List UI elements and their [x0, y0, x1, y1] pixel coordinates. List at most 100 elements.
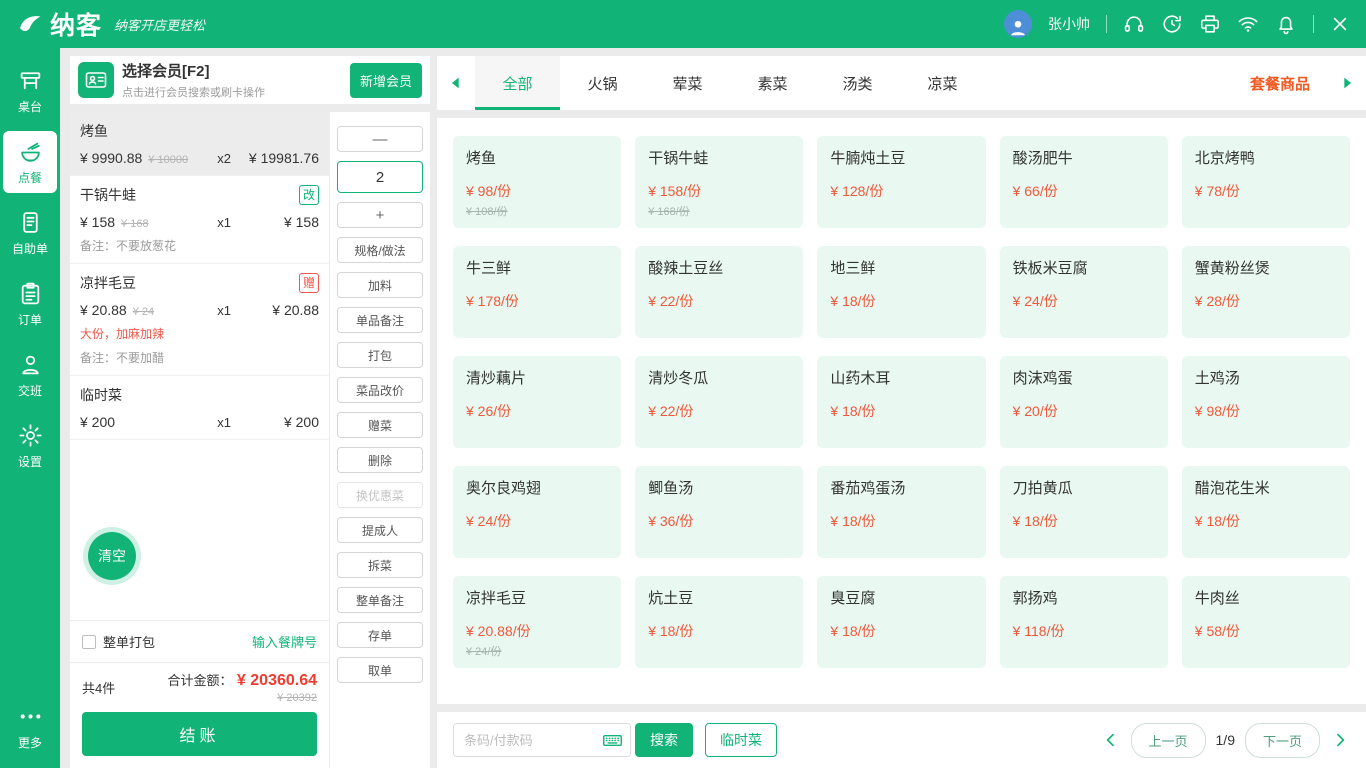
- temp-dish-button[interactable]: 临时菜: [705, 723, 777, 757]
- product-card[interactable]: 蟹黄粉丝煲 ¥ 28/份: [1182, 246, 1350, 338]
- action-button[interactable]: 提成人: [337, 517, 423, 543]
- main-area: 桌台 点餐 自助单 订单 交班 设置 更多: [0, 48, 1366, 768]
- category-tab[interactable]: 素菜: [730, 56, 815, 110]
- tabs-scroll-left-icon[interactable]: [437, 56, 475, 110]
- product-card[interactable]: 酸辣土豆丝 ¥ 22/份: [635, 246, 803, 338]
- keyboard-icon[interactable]: [602, 730, 623, 751]
- action-button[interactable]: 打包: [337, 342, 423, 368]
- product-price: ¥ 98/份: [466, 181, 608, 201]
- headset-icon[interactable]: [1123, 13, 1145, 35]
- sidebar-item-more[interactable]: 更多: [3, 696, 57, 758]
- sidebar-item[interactable]: 点餐: [3, 131, 57, 193]
- product-card[interactable]: 干锅牛蛙 ¥ 158/份 ¥ 168/份: [635, 136, 803, 228]
- action-button[interactable]: 加料: [337, 272, 423, 298]
- product-card[interactable]: 奥尔良鸡翅 ¥ 24/份: [453, 466, 621, 558]
- product-card[interactable]: 烤鱼 ¥ 98/份 ¥ 108/份: [453, 136, 621, 228]
- action-button[interactable]: 换优惠菜: [337, 482, 423, 508]
- order-item-qty: x1: [217, 215, 231, 230]
- product-name: 土鸡汤: [1195, 367, 1337, 388]
- product-card[interactable]: 臭豆腐 ¥ 18/份: [817, 576, 985, 668]
- printer-icon[interactable]: [1199, 13, 1221, 35]
- action-button[interactable]: 拆菜: [337, 552, 423, 578]
- total-amount: ¥ 20360.64: [237, 672, 317, 689]
- prev-page-button[interactable]: 上一页: [1131, 723, 1206, 758]
- sidebar-item[interactable]: 设置: [3, 415, 57, 477]
- product-card[interactable]: 炕土豆 ¥ 18/份: [635, 576, 803, 668]
- sidebar-item[interactable]: 桌台: [3, 60, 57, 122]
- action-button[interactable]: 菜品改价: [337, 377, 423, 403]
- sidebar-item[interactable]: 订单: [3, 273, 57, 335]
- enter-table-number-link[interactable]: 输入餐牌号: [252, 632, 317, 651]
- product-card[interactable]: 醋泡花生米 ¥ 18/份: [1182, 466, 1350, 558]
- product-name: 蟹黄粉丝煲: [1195, 257, 1337, 278]
- order-item[interactable]: 干锅牛蛙 改 ¥ 158 ¥ 168 x1 ¥ 158: [70, 176, 329, 264]
- category-tab[interactable]: 火锅: [560, 56, 645, 110]
- order-item-original-price: ¥ 10000: [148, 154, 188, 166]
- product-card[interactable]: 肉沫鸡蛋 ¥ 20/份: [1000, 356, 1168, 448]
- action-button[interactable]: 赠菜: [337, 412, 423, 438]
- action-button[interactable]: 删除: [337, 447, 423, 473]
- sidebar-item[interactable]: 自助单: [3, 202, 57, 264]
- product-price: ¥ 22/份: [648, 291, 790, 311]
- order-item-tag[interactable]: 赠: [299, 273, 319, 293]
- tabs-scroll-right-icon[interactable]: [1328, 56, 1366, 110]
- product-card[interactable]: 铁板米豆腐 ¥ 24/份: [1000, 246, 1168, 338]
- order-item[interactable]: 临时菜 ¥ 200 x1 ¥ 200: [70, 376, 329, 440]
- member-select-card[interactable]: 选择会员[F2] 点击进行会员搜索或刷卡操作 新增会员: [70, 56, 430, 104]
- action-button[interactable]: 整单备注: [337, 587, 423, 613]
- user-avatar[interactable]: [1004, 10, 1032, 38]
- order-item[interactable]: 烤鱼 ¥ 9990.88 ¥ 10000 x2 ¥ 19981.76: [70, 112, 329, 176]
- chevron-right-icon[interactable]: [1330, 730, 1350, 750]
- combo-products-tab[interactable]: 套餐商品: [1232, 56, 1328, 110]
- product-card[interactable]: 凉拌毛豆 ¥ 20.88/份 ¥ 24/份: [453, 576, 621, 668]
- product-card[interactable]: 郭扬鸡 ¥ 118/份: [1000, 576, 1168, 668]
- category-tab[interactable]: 全部: [475, 56, 560, 110]
- orders-icon: [18, 281, 43, 306]
- product-card[interactable]: 刀拍黄瓜 ¥ 18/份: [1000, 466, 1168, 558]
- product-card[interactable]: 番茄鸡蛋汤 ¥ 18/份: [817, 466, 985, 558]
- product-card[interactable]: 清炒藕片 ¥ 26/份: [453, 356, 621, 448]
- action-button[interactable]: 存单: [337, 622, 423, 648]
- bell-icon[interactable]: [1275, 13, 1297, 35]
- page-indicator: 1/9: [1216, 732, 1235, 748]
- product-card[interactable]: 牛肉丝 ¥ 58/份: [1182, 576, 1350, 668]
- order-item-tag[interactable]: 改: [299, 185, 319, 205]
- checkout-button[interactable]: 结账: [82, 712, 317, 756]
- sync-icon[interactable]: [1161, 13, 1183, 35]
- close-icon[interactable]: [1330, 14, 1350, 34]
- dish-icon: [18, 139, 43, 164]
- wifi-icon[interactable]: [1237, 13, 1259, 35]
- action-button[interactable]: 单品备注: [337, 307, 423, 333]
- sidebar-item[interactable]: 交班: [3, 344, 57, 406]
- action-button[interactable]: 规格/做法: [337, 237, 423, 263]
- add-member-button[interactable]: 新增会员: [350, 63, 422, 98]
- product-card[interactable]: 牛三鲜 ¥ 178/份: [453, 246, 621, 338]
- product-card[interactable]: 牛腩炖土豆 ¥ 128/份: [817, 136, 985, 228]
- product-card[interactable]: 土鸡汤 ¥ 98/份: [1182, 356, 1350, 448]
- next-page-button[interactable]: 下一页: [1245, 723, 1320, 758]
- pack-whole-order-checkbox[interactable]: [82, 635, 96, 649]
- clear-order-button[interactable]: 清空: [88, 532, 136, 580]
- shift-icon: [18, 352, 43, 377]
- action-button[interactable]: 取单: [337, 657, 423, 683]
- product-card[interactable]: 鲫鱼汤 ¥ 36/份: [635, 466, 803, 558]
- product-price: ¥ 178/份: [466, 291, 608, 311]
- order-item-total: ¥ 20.88: [231, 302, 319, 318]
- user-name[interactable]: 张小帅: [1048, 14, 1090, 34]
- product-card[interactable]: 酸汤肥牛 ¥ 66/份: [1000, 136, 1168, 228]
- product-card[interactable]: 山药木耳 ¥ 18/份: [817, 356, 985, 448]
- product-name: 醋泡花生米: [1195, 477, 1337, 498]
- product-card[interactable]: 地三鲜 ¥ 18/份: [817, 246, 985, 338]
- qty-increase-button[interactable]: +: [337, 202, 423, 228]
- qty-decrease-button[interactable]: —: [337, 126, 423, 152]
- order-item[interactable]: 凉拌毛豆 赠 ¥ 20.88 ¥ 24 x1 ¥ 20.88 大份，加麻加辣: [70, 264, 329, 376]
- qty-value[interactable]: 2: [337, 161, 423, 193]
- product-card[interactable]: 清炒冬瓜 ¥ 22/份: [635, 356, 803, 448]
- product-card[interactable]: 北京烤鸭 ¥ 78/份: [1182, 136, 1350, 228]
- category-tab[interactable]: 汤类: [815, 56, 900, 110]
- search-button[interactable]: 搜索: [635, 723, 693, 757]
- category-tab[interactable]: 凉菜: [900, 56, 985, 110]
- chevron-left-icon[interactable]: [1101, 730, 1121, 750]
- category-tab[interactable]: 荤菜: [645, 56, 730, 110]
- order-item-name: 凉拌毛豆: [80, 273, 136, 293]
